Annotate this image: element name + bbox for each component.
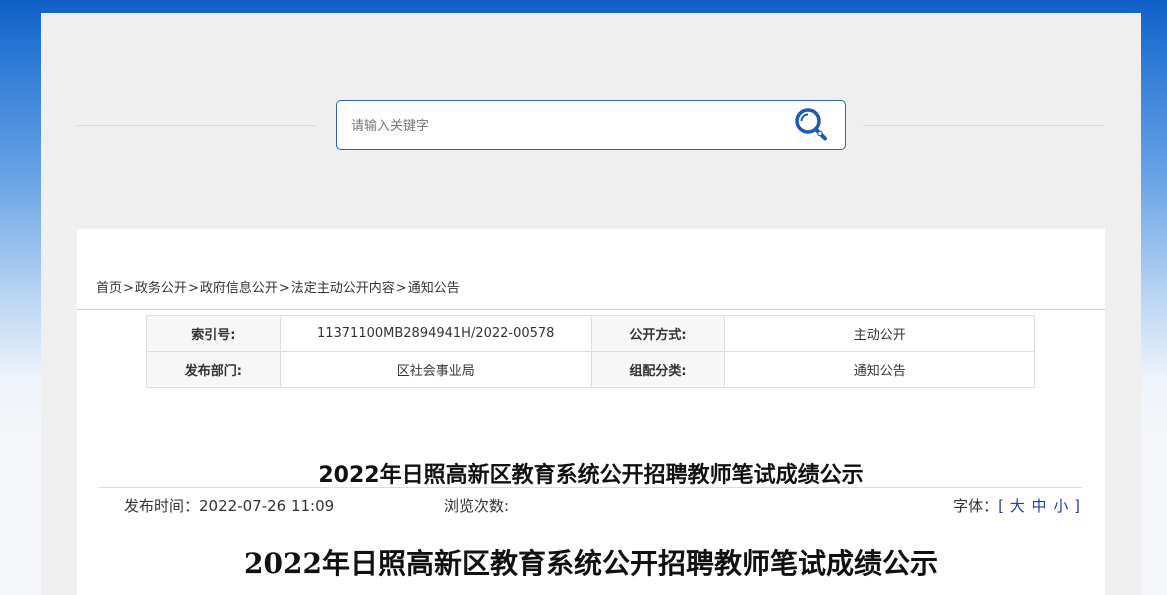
- open-mode-value: 主动公开: [724, 315, 1035, 352]
- metadata-table: 索引号: 11371100MB2894941H/2022-00578 公开方式:…: [146, 315, 1035, 388]
- breadcrumb-separator: >: [278, 281, 290, 296]
- index-value: 11371100MB2894941H/2022-00578: [279, 315, 592, 352]
- dept-value: 区社会事业局: [279, 351, 592, 388]
- breadcrumb-home[interactable]: 首页: [96, 281, 122, 296]
- publish-value: 2022-07-26 11:09: [199, 497, 335, 515]
- font-bracket-open: [: [998, 497, 1004, 515]
- font-small-button[interactable]: 小: [1053, 497, 1068, 515]
- breadcrumb-notices[interactable]: 通知公告: [408, 281, 460, 296]
- title-divider: [99, 487, 1082, 488]
- font-label: 字体：: [953, 497, 999, 515]
- breadcrumb-separator: >: [395, 281, 407, 296]
- metadata-row: 发布部门: 区社会事业局 组配分类: 通知公告: [146, 351, 1035, 388]
- breadcrumb-divider: [77, 309, 1105, 310]
- article-title: 2022年日照高新区教育系统公开招聘教师笔试成绩公示: [318, 463, 864, 488]
- search-area: [41, 100, 1141, 150]
- search-divider-right: [863, 125, 1104, 126]
- search-box: [336, 100, 846, 150]
- article-info-row: 发布时间：2022-07-26 11:09 浏览次数: 字体：[ 大 中 小 ]: [99, 495, 1082, 517]
- font-bracket-close: ]: [1074, 497, 1080, 515]
- breadcrumb-gov-info[interactable]: 政府信息公开: [200, 281, 278, 296]
- breadcrumb-gov-affairs[interactable]: 政务公开: [135, 281, 187, 296]
- category-label: 组配分类:: [590, 351, 726, 388]
- page-container: 首页>政务公开>政府信息公开>法定主动公开内容>通知公告 索引号: 113711…: [41, 13, 1141, 595]
- dept-label: 发布部门:: [146, 351, 281, 388]
- search-icon[interactable]: [793, 107, 831, 145]
- search-input[interactable]: [351, 115, 781, 137]
- metadata-row: 索引号: 11371100MB2894941H/2022-00578 公开方式:…: [146, 315, 1035, 352]
- open-mode-label: 公开方式:: [590, 315, 726, 352]
- publish-time: 发布时间：2022-07-26 11:09: [124, 495, 334, 516]
- font-medium-button[interactable]: 中: [1032, 497, 1047, 515]
- index-label: 索引号:: [146, 315, 281, 352]
- breadcrumb-separator: >: [187, 281, 199, 296]
- breadcrumb: 首页>政务公开>政府信息公开>法定主动公开内容>通知公告: [96, 277, 460, 296]
- font-size-control: 字体：[ 大 中 小 ]: [953, 495, 1080, 516]
- breadcrumb-separator: >: [123, 281, 134, 296]
- document-title: 2022年日照高新区教育系统公开招聘教师笔试成绩公示: [244, 547, 938, 580]
- content-panel: 首页>政务公开>政府信息公开>法定主动公开内容>通知公告 索引号: 113711…: [77, 229, 1105, 595]
- category-value: 通知公告: [724, 351, 1035, 388]
- views-label: 浏览次数:: [444, 497, 510, 515]
- font-large-button[interactable]: 大: [1010, 497, 1025, 515]
- view-count: 浏览次数:: [444, 495, 509, 516]
- search-divider-left: [77, 125, 316, 126]
- publish-label: 发布时间：: [124, 497, 200, 515]
- breadcrumb-statutory-content[interactable]: 法定主动公开内容: [291, 281, 395, 296]
